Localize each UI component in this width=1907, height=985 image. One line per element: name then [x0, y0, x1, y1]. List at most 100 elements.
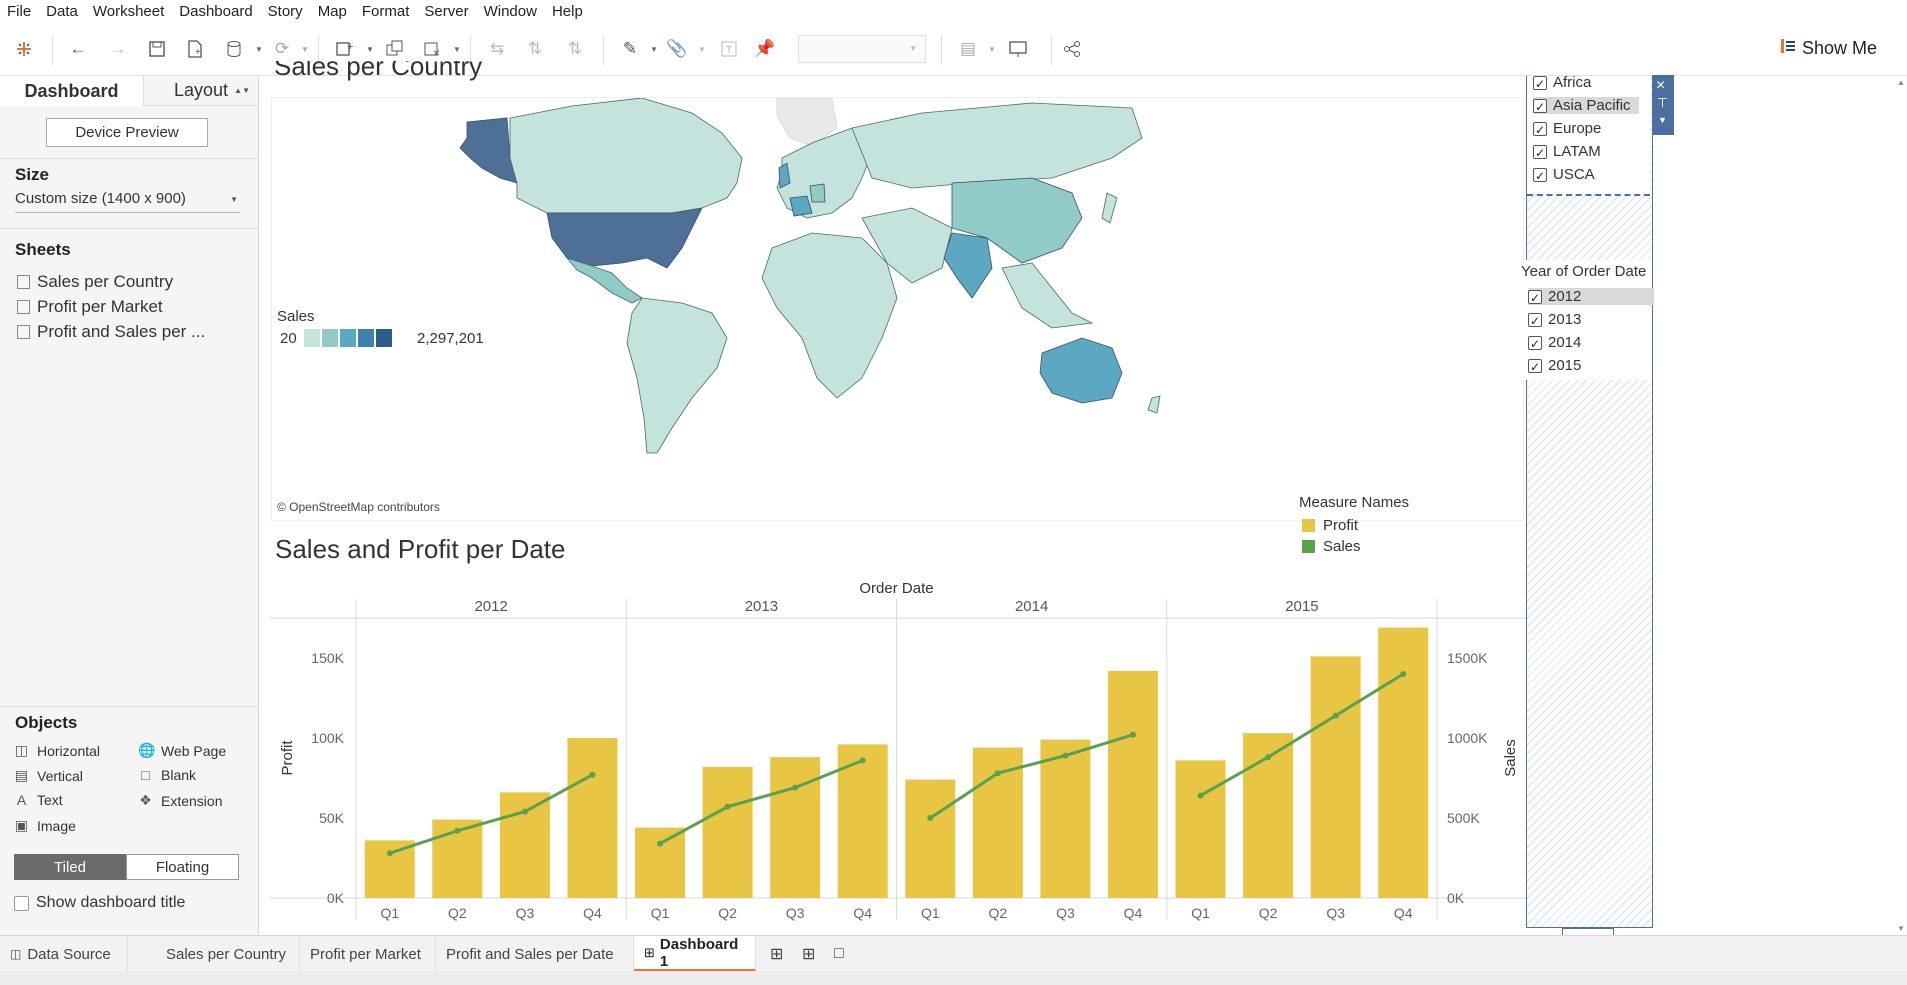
swap-icon[interactable]: ⇆ [485, 37, 509, 61]
refresh-icon[interactable]: ⟳ [270, 37, 294, 61]
undo-icon[interactable]: ← [66, 37, 90, 61]
filter-item-year-2012[interactable]: ✓ 2012 [1528, 288, 1654, 305]
close-icon[interactable]: × [1656, 77, 1665, 95]
tab-data-source[interactable]: ◫ Data Source [0, 936, 128, 972]
object-blank[interactable]: □ Blank [138, 767, 196, 783]
point-sales [859, 757, 866, 764]
duplicate-sheet-icon[interactable] [383, 37, 407, 61]
sort-ascending-icon[interactable]: ⇅ [523, 37, 547, 61]
highlight-icon[interactable]: ✎ [618, 37, 642, 61]
show-cards-icon[interactable]: ▤ [956, 37, 980, 61]
object-horizontal[interactable]: ◫ Horizontal [14, 742, 100, 759]
object-web-page[interactable]: 🌐 Web Page [138, 742, 226, 759]
tab-sales-per-country[interactable]: Sales per Country [156, 936, 300, 972]
scroll-up-icon[interactable]: ▲ [1897, 78, 1905, 87]
menu-server[interactable]: Server [417, 3, 476, 20]
bar-profit[interactable] [770, 757, 821, 898]
menu-data[interactable]: Data [39, 3, 86, 20]
new-story-tab-icon[interactable]: □ [824, 936, 856, 972]
fit-dropdown[interactable]: ▼ [798, 35, 926, 63]
menu-window[interactable]: Window [477, 3, 545, 20]
tab-profit-per-market[interactable]: Profit per Market [300, 936, 436, 972]
bar-profit[interactable] [1310, 656, 1361, 898]
y-tick-label: 100K [311, 730, 344, 746]
sheet-item-sales-per-country[interactable]: Sales per Country [17, 272, 173, 292]
show-labels-icon[interactable]: T [717, 37, 741, 61]
object-label: Blank [161, 767, 197, 783]
sheet-item-profit-per-market[interactable]: Profit per Market [17, 297, 163, 317]
fix-axes-icon[interactable]: 📌 [753, 37, 777, 61]
bar-profit[interactable] [1040, 739, 1091, 898]
new-dashboard-tab-icon[interactable]: ⊞ [792, 936, 824, 972]
menu-dashboard[interactable]: Dashboard [172, 3, 260, 20]
presentation-mode-icon[interactable] [1006, 37, 1030, 61]
show-me-icon [1780, 38, 1796, 59]
bar-profit[interactable] [364, 840, 415, 898]
bar-profit[interactable] [1378, 627, 1429, 898]
bar-profit[interactable] [702, 766, 753, 898]
tiled-toggle[interactable]: Tiled [14, 854, 126, 880]
filter-item-europe[interactable]: ✓ Europe [1533, 120, 1601, 137]
quarter-label: Q2 [718, 905, 737, 921]
bar-profit[interactable] [905, 779, 956, 898]
new-worksheet-tab-icon[interactable]: ⊞ [760, 936, 792, 972]
pause-updates-icon[interactable] [222, 37, 246, 61]
legend-item-sales[interactable]: Sales [1302, 538, 1361, 555]
filter-item-usca[interactable]: ✓ USCA [1533, 166, 1595, 183]
filter-item-year-2013[interactable]: ✓ 2013 [1528, 311, 1581, 328]
filter-item-latam[interactable]: ✓ LATAM [1533, 143, 1601, 160]
tableau-logo-icon[interactable] [12, 37, 36, 61]
tab-dashboard-1[interactable]: ⊞ Dashboard 1 [634, 936, 756, 972]
menu-help[interactable]: Help [545, 3, 591, 20]
menu-file[interactable]: File [0, 3, 39, 20]
tab-layout[interactable]: Layout ▲▼ [143, 76, 258, 106]
show-dashboard-title-checkbox[interactable]: Show dashboard title [14, 894, 185, 912]
object-text[interactable]: A Text [14, 792, 63, 808]
bar-profit[interactable] [1175, 760, 1226, 898]
filter-item-year-2014[interactable]: ✓ 2014 [1528, 334, 1581, 351]
tab-profit-and-sales-per-date[interactable]: Profit and Sales per Date [436, 936, 634, 972]
tab-label: Profit per Market [310, 945, 421, 963]
share-icon[interactable] [1060, 37, 1084, 61]
redo-icon[interactable]: → [106, 37, 130, 61]
tab-dashboard[interactable]: Dashboard [0, 76, 143, 106]
device-preview-button[interactable]: Device Preview [46, 118, 208, 147]
clear-sheet-icon[interactable]: × [421, 37, 445, 61]
sort-descending-icon[interactable]: ⇅ [563, 37, 587, 61]
new-data-source-icon[interactable]: + [183, 37, 207, 61]
chevron-down-icon[interactable]: ▼ [1658, 115, 1667, 125]
new-worksheet-icon[interactable]: + [333, 37, 357, 61]
bar-profit[interactable] [567, 738, 618, 898]
object-vertical[interactable]: ▤ Vertical [14, 767, 83, 784]
sheets-section-title: Sheets [15, 240, 71, 259]
country-southeast-asia [1001, 262, 1094, 329]
menu-worksheet[interactable]: Worksheet [86, 3, 172, 20]
filter-item-africa[interactable]: ✓ Africa [1533, 74, 1591, 91]
size-dropdown[interactable]: Custom size (1400 x 900) ▼ [15, 190, 240, 213]
bar-profit[interactable] [635, 827, 686, 898]
bar-profit[interactable] [499, 792, 550, 898]
vertical-scrollbar[interactable]: ▲ ▼ [1895, 76, 1907, 935]
object-extension[interactable]: ❖ Extension [138, 792, 222, 809]
menu-map[interactable]: Map [311, 3, 355, 20]
save-icon[interactable] [145, 37, 169, 61]
pin-icon[interactable]: ⊤ [1657, 95, 1668, 111]
show-me-button[interactable]: Show Me [1780, 38, 1877, 59]
filter-item-asia-pacific[interactable]: ✓ Asia Pacific [1533, 97, 1639, 114]
sales-map[interactable]: Sales 20 2,297,201 © OpenStreetMap contr… [271, 97, 1524, 521]
worksheet-icon [17, 300, 30, 314]
object-image[interactable]: ▣ Image [14, 817, 76, 834]
tab-label: Sales per Country [166, 945, 287, 963]
group-members-icon[interactable]: 📎 [665, 37, 689, 61]
sheet-item-profit-and-sales[interactable]: Profit and Sales per ... [17, 322, 205, 342]
menu-story[interactable]: Story [261, 3, 311, 20]
filter-item-year-2015[interactable]: ✓ 2015 [1528, 357, 1581, 374]
sales-profit-chart[interactable]: Order Date 2012 2013 2014 2015 0K 50K 100K 150K 0… [270, 575, 1526, 930]
menu-format[interactable]: Format [355, 3, 418, 20]
legend-item-profit[interactable]: Profit [1302, 517, 1358, 534]
legend-color-step [339, 328, 357, 348]
bar-profit[interactable] [1107, 670, 1158, 898]
year-header: 2012 [474, 598, 507, 615]
scroll-down-icon[interactable]: ▼ [1897, 924, 1905, 933]
floating-toggle[interactable]: Floating [126, 854, 239, 880]
